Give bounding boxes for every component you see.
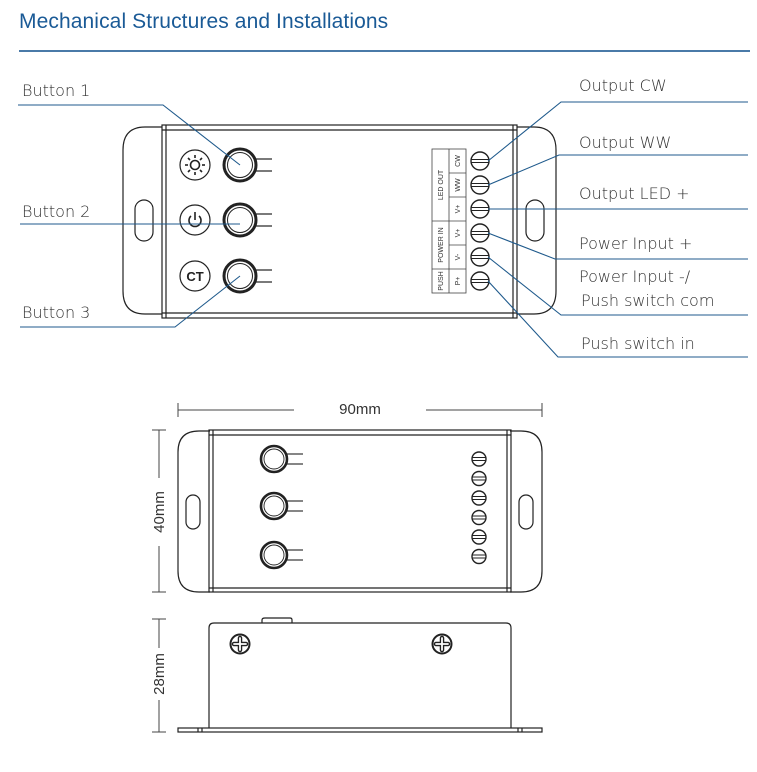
dimension-view-device — [177, 429, 543, 593]
screw-terminal-4 — [470, 223, 490, 243]
group-power-in: POWER IN — [438, 227, 445, 262]
label-button-1: Button 1 — [22, 81, 90, 100]
top-view-device: CT LED OUT POWER IN PUSH CW WW V+ V+ V- … — [122, 124, 557, 319]
screw-terminal-2 — [470, 175, 490, 195]
pin-cw: CW — [455, 155, 462, 167]
left-mounting-ear — [122, 126, 162, 315]
label-push-switch-in: Push switch in — [581, 334, 695, 353]
terminal-label-table: LED OUT POWER IN PUSH CW WW V+ V+ V- P+ — [431, 148, 467, 294]
screw-right-icon — [431, 633, 453, 655]
label-button-3: Button 3 — [22, 303, 90, 322]
dimension-view-terminals — [471, 451, 487, 565]
dimension-button-3 — [259, 540, 303, 570]
dimension-button-1 — [259, 444, 303, 474]
right-mounting-ear — [517, 126, 557, 315]
screw-terminal-6 — [470, 271, 490, 291]
button-2[interactable] — [222, 202, 272, 238]
dimension-view-buttons — [259, 444, 303, 570]
group-led-out: LED OUT — [438, 169, 445, 200]
pin-ww: WW — [455, 178, 462, 192]
depth-dimension: 28mm — [151, 618, 168, 733]
width-label: 90mm — [339, 401, 381, 418]
screw-terminal-5 — [470, 247, 490, 267]
width-dimension: 90mm — [177, 401, 543, 418]
pin-power-v-minus: V- — [455, 253, 462, 260]
label-push-switch-com: Push switch com — [581, 291, 714, 310]
screw-terminal-3 — [471, 490, 487, 506]
label-output-cw: Output CW — [579, 76, 667, 95]
depth-label: 28mm — [151, 653, 168, 695]
dimension-button-2 — [259, 491, 303, 521]
pin-push-p-plus: P+ — [455, 277, 462, 286]
button-1[interactable] — [222, 147, 272, 183]
right-mounting-slot — [525, 199, 545, 242]
screw-terminal-4 — [471, 509, 487, 526]
screw-terminal-6 — [471, 548, 487, 565]
screw-terminals — [470, 151, 490, 291]
left-mounting-slot — [134, 199, 154, 242]
label-button-2: Button 2 — [22, 202, 90, 221]
side-view-device — [177, 617, 543, 733]
label-output-ww: Output WW — [579, 133, 671, 152]
label-power-input-minus: Power Input -/ — [579, 267, 691, 286]
brightness-sun-icon — [185, 155, 205, 175]
mechanical-diagram: CT LED OUT POWER IN PUSH CW WW V+ V+ V- … — [18, 76, 748, 733]
pin-power-v-plus: V+ — [455, 229, 462, 238]
pin-led-v-plus: V+ — [455, 205, 462, 214]
label-output-led-plus: Output LED + — [579, 184, 690, 203]
label-power-input-plus: Power Input + — [579, 234, 692, 253]
screw-terminal-5 — [471, 529, 487, 545]
screw-terminal-1 — [470, 151, 490, 171]
screw-terminal-3 — [470, 199, 490, 219]
screw-terminal-2 — [471, 470, 487, 487]
height-dimension: 40mm — [151, 429, 168, 593]
ct-icon: CT — [186, 269, 203, 284]
height-label: 40mm — [151, 491, 168, 533]
button-3[interactable] — [222, 258, 272, 294]
device-body — [161, 124, 518, 319]
screw-terminal-1 — [471, 451, 487, 467]
group-push: PUSH — [438, 271, 445, 290]
brightness-icon-circle — [179, 149, 211, 181]
screw-left-icon — [229, 633, 251, 655]
